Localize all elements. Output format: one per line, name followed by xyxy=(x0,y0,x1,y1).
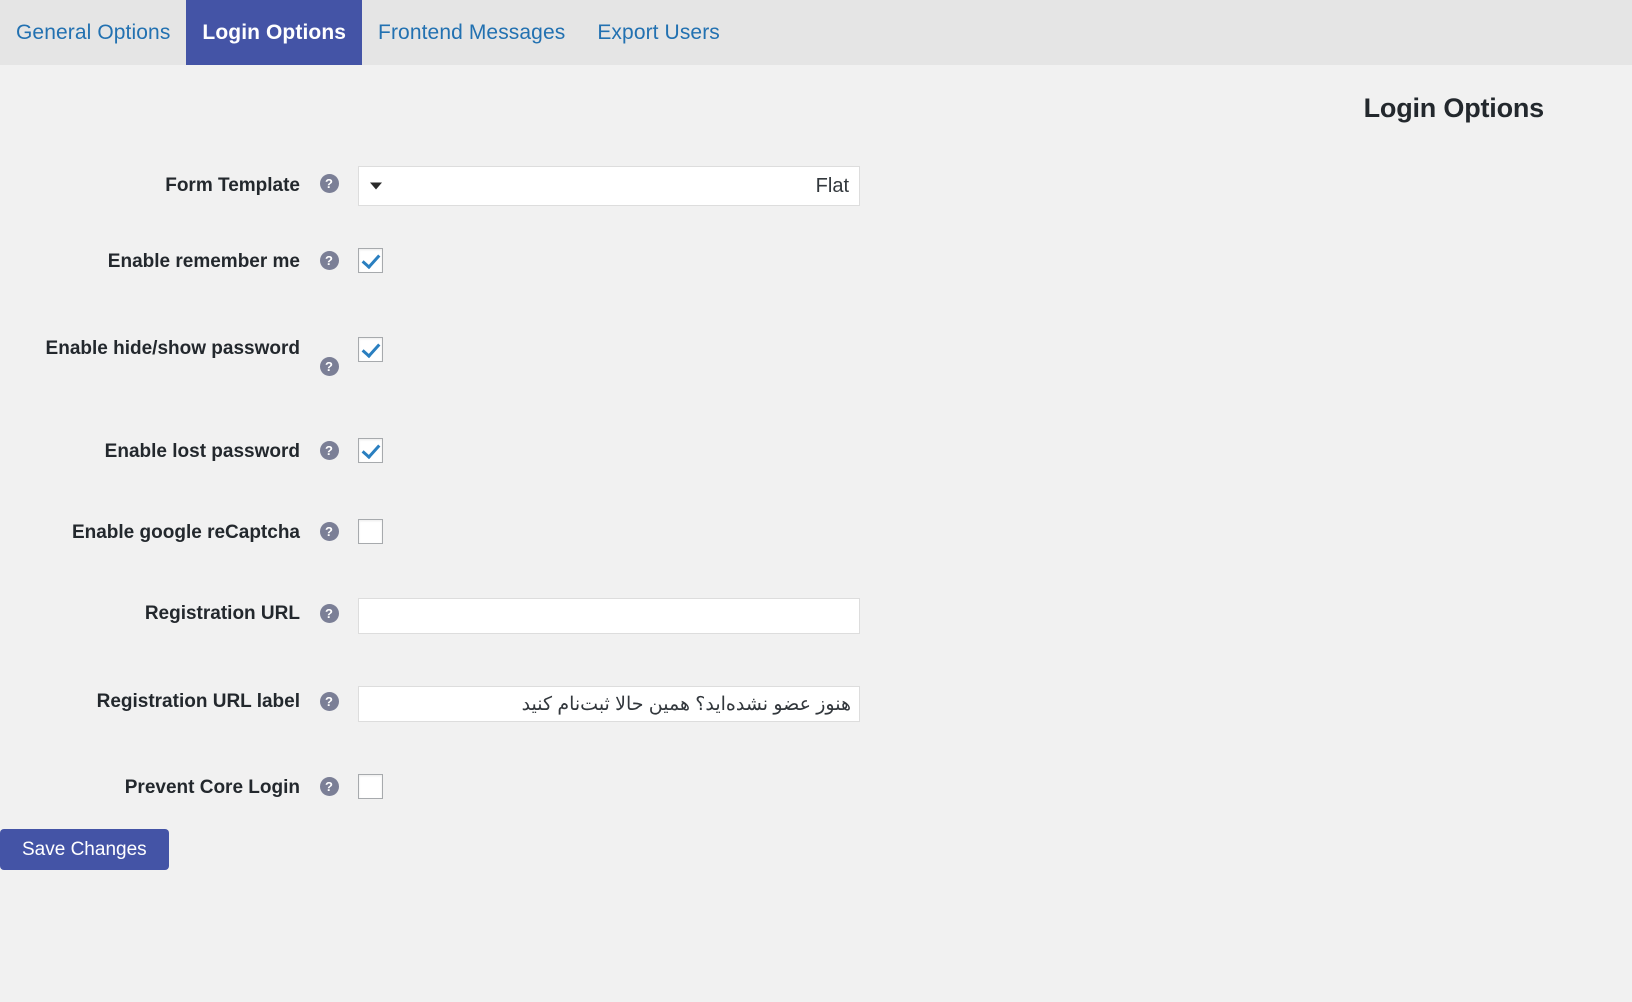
help-wrap-enable-lost-password: ? xyxy=(300,438,358,460)
label-enable-google-recaptcha: Enable google reCaptcha xyxy=(71,522,300,544)
save-changes-button[interactable]: Save Changes xyxy=(0,828,169,870)
tab-general-options[interactable]: General Options xyxy=(0,0,186,65)
checkbox-enable-lost-password[interactable] xyxy=(358,437,383,463)
checkbox-wrap xyxy=(358,519,860,545)
tab-bar: General Options Login Options Frontend M… xyxy=(0,0,1632,65)
help-wrap-prevent-core-login: ? xyxy=(300,774,358,797)
help-icon[interactable]: ? xyxy=(319,356,339,376)
field-wrap-form-template: Flat xyxy=(358,166,860,206)
page-title: Login Options xyxy=(1363,93,1545,123)
registration-url-label-input[interactable] xyxy=(358,686,860,723)
label-form-template: Form Template xyxy=(165,175,300,196)
checkbox-enable-google-recaptcha[interactable] xyxy=(358,519,383,545)
label-enable-lost-password: Enable lost password xyxy=(104,440,300,462)
checkbox-wrap xyxy=(358,336,860,362)
help-icon[interactable]: ? xyxy=(319,692,339,712)
help-icon[interactable]: ? xyxy=(319,777,339,797)
row-form-template: Form Template ? Flat xyxy=(0,166,1632,206)
checkbox-wrap xyxy=(358,774,860,800)
field-wrap-enable-google-recaptcha xyxy=(358,519,860,545)
label-registration-url: Registration URL xyxy=(144,603,300,625)
row-registration-url-label: Registration URL label ? xyxy=(0,686,1632,723)
row-enable-google-recaptcha: Enable google reCaptcha ? xyxy=(0,519,1632,546)
tab-export-users[interactable]: Export Users xyxy=(581,0,736,65)
help-wrap-form-template: ? xyxy=(300,166,358,193)
help-icon[interactable]: ? xyxy=(319,604,339,624)
field-wrap-registration-url-label xyxy=(358,686,860,723)
row-prevent-core-login: Prevent Core Login ? xyxy=(0,774,1632,801)
help-icon[interactable]: ? xyxy=(319,522,339,542)
help-icon[interactable]: ? xyxy=(319,440,339,460)
tab-login-options[interactable]: Login Options xyxy=(186,0,363,65)
login-options-form: Form Template ? Flat Enable remember me … xyxy=(0,166,1632,870)
help-wrap-enable-hide-show-password: ? xyxy=(300,337,358,376)
label-prevent-core-login: Prevent Core Login xyxy=(124,777,300,799)
checkbox-wrap xyxy=(358,248,860,273)
help-wrap-enable-remember-me: ? xyxy=(300,248,358,270)
checkbox-enable-hide-show-password[interactable] xyxy=(358,336,383,362)
row-enable-lost-password: Enable lost password ? xyxy=(0,437,1632,465)
field-wrap-registration-url xyxy=(358,598,860,635)
form-template-select-shell: Flat xyxy=(358,166,860,206)
row-registration-url: Registration URL ? xyxy=(0,598,1632,635)
field-wrap-enable-lost-password xyxy=(358,437,860,463)
row-enable-hide-show-password: Enable hide/show password ? xyxy=(0,336,1632,376)
field-wrap-prevent-core-login xyxy=(358,774,860,800)
registration-url-input[interactable] xyxy=(358,598,860,635)
row-enable-remember-me: Enable remember me ? xyxy=(0,248,1632,275)
label-enable-remember-me: Enable remember me xyxy=(107,251,300,272)
help-wrap-registration-url-label: ? xyxy=(300,686,358,712)
help-icon[interactable]: ? xyxy=(319,251,339,270)
tab-frontend-messages[interactable]: Frontend Messages xyxy=(362,0,581,65)
help-icon[interactable]: ? xyxy=(319,174,339,193)
label-registration-url-label: Registration URL label xyxy=(96,691,300,713)
submit-row: Save Changes xyxy=(0,828,1632,870)
form-template-select[interactable]: Flat xyxy=(358,166,860,206)
field-wrap-enable-hide-show-password xyxy=(358,336,860,362)
checkbox-prevent-core-login[interactable] xyxy=(358,774,383,800)
checkbox-wrap xyxy=(358,437,860,463)
field-wrap-enable-remember-me xyxy=(358,248,860,273)
settings-content: Login Options Form Template ? Flat Enabl… xyxy=(0,65,1632,870)
help-wrap-enable-google-recaptcha: ? xyxy=(300,519,358,542)
help-wrap-registration-url: ? xyxy=(300,598,358,624)
label-enable-hide-show-password: Enable hide/show password xyxy=(45,337,300,359)
tab-bar-spacer xyxy=(736,0,1632,65)
checkbox-enable-remember-me[interactable] xyxy=(358,248,383,273)
